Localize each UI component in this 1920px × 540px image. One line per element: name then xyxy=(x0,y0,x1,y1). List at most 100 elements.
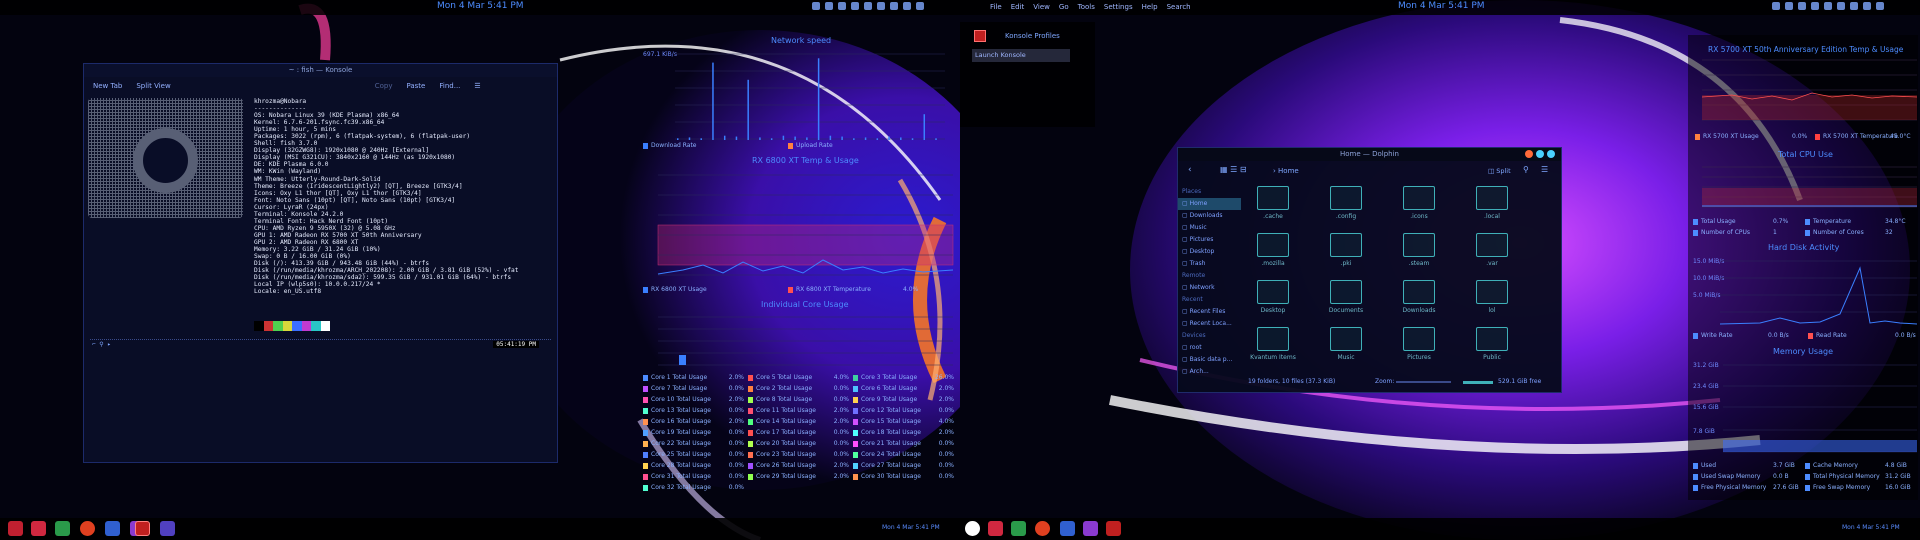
new-tab-button[interactable]: New Tab xyxy=(90,80,125,94)
taskbar-app-icon[interactable] xyxy=(1011,521,1026,536)
hamburger-menu-icon[interactable]: ☰ xyxy=(471,80,483,94)
close-icon[interactable] xyxy=(1547,150,1555,158)
taskbar-app-icon[interactable] xyxy=(988,521,1003,536)
expand-tray-icon[interactable] xyxy=(916,2,924,10)
konsole-task-icon[interactable] xyxy=(135,521,150,536)
folder-item[interactable]: .steam xyxy=(1394,233,1444,279)
taskbar-app-icon[interactable] xyxy=(1083,521,1098,536)
folder-item[interactable]: lol xyxy=(1467,280,1517,326)
zoom-slider[interactable] xyxy=(1396,381,1451,383)
gpu6800-usage-value: 4.0% xyxy=(903,286,919,293)
launcher-icon[interactable] xyxy=(965,521,980,536)
menu-search[interactable]: Search xyxy=(1167,3,1191,11)
audio-icon[interactable] xyxy=(851,2,859,10)
sidebar-item-root[interactable]: ▢ root xyxy=(1178,342,1241,354)
discord-icon[interactable] xyxy=(812,2,820,10)
shell-prompt[interactable]: ⌐ ⚲ ▸ 05:41:19 PM xyxy=(90,339,551,351)
firefox-icon[interactable] xyxy=(1035,521,1050,536)
clipboard-icon[interactable] xyxy=(1824,2,1832,10)
menu-tools[interactable]: Tools xyxy=(1078,3,1095,11)
taskbar-app-icon[interactable] xyxy=(55,521,70,536)
folder-item[interactable]: .mozilla xyxy=(1248,233,1298,279)
menu-edit[interactable]: Edit xyxy=(1011,3,1025,11)
folder-item[interactable]: Downloads xyxy=(1394,280,1444,326)
minimize-icon[interactable] xyxy=(1525,150,1533,158)
dolphin-window: Home — Dolphin ‹ ▦ ☰ ⊟ › Home ◫ Split ⚲ … xyxy=(1177,147,1562,393)
top-clock[interactable]: Mon 4 Mar 5:41 PM xyxy=(1398,1,1485,11)
folder-item[interactable]: .config xyxy=(1321,186,1371,232)
folder-item[interactable]: .local xyxy=(1467,186,1517,232)
folder-item[interactable]: Public xyxy=(1467,327,1517,373)
sidebar-item-basic-data-p-[interactable]: ▢ Basic data p... xyxy=(1178,354,1241,366)
folder-item[interactable]: Documents xyxy=(1321,280,1371,326)
folder-item[interactable]: .var xyxy=(1467,233,1517,279)
gpu5700-legend-temp: RX 5700 XT Temperature xyxy=(1815,133,1898,140)
view-mode-icons[interactable]: ▦ ☰ ⊟ xyxy=(1220,165,1247,174)
disk-read-value: 0.0 B/s xyxy=(1895,332,1916,339)
sidebar-item-home[interactable]: ▢ Home xyxy=(1178,198,1241,210)
folder-item[interactable]: .cache xyxy=(1248,186,1298,232)
maximize-icon[interactable] xyxy=(1536,150,1544,158)
core-legend-item: Core 25 Total Usage 0.0% xyxy=(643,450,748,460)
find-button[interactable]: Find... xyxy=(436,80,463,94)
steam-icon[interactable] xyxy=(838,2,846,10)
expand-tray-icon[interactable] xyxy=(1876,2,1884,10)
battery-icon[interactable] xyxy=(890,2,898,10)
zoom-label: Zoom: xyxy=(1375,378,1395,385)
folder-item[interactable]: .pki xyxy=(1321,233,1371,279)
sidebar-item-recent-files[interactable]: ▢ Recent Files xyxy=(1178,306,1241,318)
clipboard-icon[interactable] xyxy=(864,2,872,10)
sidebar-item-arch-[interactable]: ▢ Arch... xyxy=(1178,366,1241,378)
network-bar xyxy=(900,137,902,140)
menu-file[interactable]: File xyxy=(990,3,1002,11)
menu-settings[interactable]: Settings xyxy=(1104,3,1133,11)
sidebar-item-desktop[interactable]: ▢ Desktop xyxy=(1178,246,1241,258)
sidebar-item-pictures[interactable]: ▢ Pictures xyxy=(1178,234,1241,246)
menu-view[interactable]: View xyxy=(1033,3,1050,11)
neofetch-line: Uptime: 1 hour, 5 mins xyxy=(254,126,336,134)
copy-button[interactable]: Copy xyxy=(372,80,396,94)
battery-icon[interactable] xyxy=(1850,2,1858,10)
menu-help[interactable]: Help xyxy=(1142,3,1158,11)
top-clock[interactable]: Mon 4 Mar 5:41 PM xyxy=(437,1,524,11)
split-view-button[interactable]: Split View xyxy=(133,80,173,94)
sidebar-item-network[interactable]: ▢ Network xyxy=(1178,282,1241,294)
core-legend-item: Core 13 Total Usage 0.0% xyxy=(643,406,748,416)
sidebar-item-trash[interactable]: ▢ Trash xyxy=(1178,258,1241,270)
sidebar-item-downloads[interactable]: ▢ Downloads xyxy=(1178,210,1241,222)
back-icon[interactable]: ‹ xyxy=(1188,165,1192,175)
taskbar-clock[interactable]: Mon 4 Mar 5:41 PM xyxy=(882,524,940,531)
konsole-task-icon[interactable] xyxy=(1106,521,1121,536)
chrome-icon[interactable] xyxy=(1785,2,1793,10)
folder-item[interactable]: .icons xyxy=(1394,186,1444,232)
wifi-icon[interactable] xyxy=(1863,2,1871,10)
sidebar-item-recent-loca-[interactable]: ▢ Recent Loca... xyxy=(1178,318,1241,330)
taskbar-app-icon[interactable] xyxy=(8,521,23,536)
menu-go[interactable]: Go xyxy=(1059,3,1069,11)
taskbar-clock[interactable]: Mon 4 Mar 5:41 PM xyxy=(1842,524,1900,531)
discord-icon[interactable] xyxy=(160,521,175,536)
wifi-icon[interactable] xyxy=(903,2,911,10)
taskbar-app-icon[interactable] xyxy=(31,521,46,536)
breadcrumb[interactable]: › Home xyxy=(1273,167,1299,175)
steam-icon[interactable] xyxy=(1060,521,1075,536)
folder-item[interactable]: Kvantum Items xyxy=(1248,327,1298,373)
folder-item[interactable]: Music xyxy=(1321,327,1371,373)
launch-konsole-item[interactable]: Launch Konsole xyxy=(972,49,1070,62)
bluetooth-icon[interactable] xyxy=(1837,2,1845,10)
bluetooth-icon[interactable] xyxy=(877,2,885,10)
hamburger-menu-icon[interactable]: ☰ xyxy=(1541,165,1548,174)
network-bar xyxy=(723,135,726,140)
folder-item[interactable]: Pictures xyxy=(1394,327,1444,373)
steam-icon[interactable] xyxy=(105,521,120,536)
firefox-icon[interactable] xyxy=(80,521,95,536)
sidebar-item-music[interactable]: ▢ Music xyxy=(1178,222,1241,234)
folder-item[interactable]: Desktop xyxy=(1248,280,1298,326)
paste-button[interactable]: Paste xyxy=(403,80,428,94)
discord-icon[interactable] xyxy=(1772,2,1780,10)
search-icon[interactable]: ⚲ xyxy=(1523,165,1529,174)
chrome-icon[interactable] xyxy=(825,2,833,10)
audio-icon[interactable] xyxy=(1811,2,1819,10)
steam-icon[interactable] xyxy=(1798,2,1806,10)
split-button[interactable]: ◫ Split xyxy=(1488,167,1511,175)
